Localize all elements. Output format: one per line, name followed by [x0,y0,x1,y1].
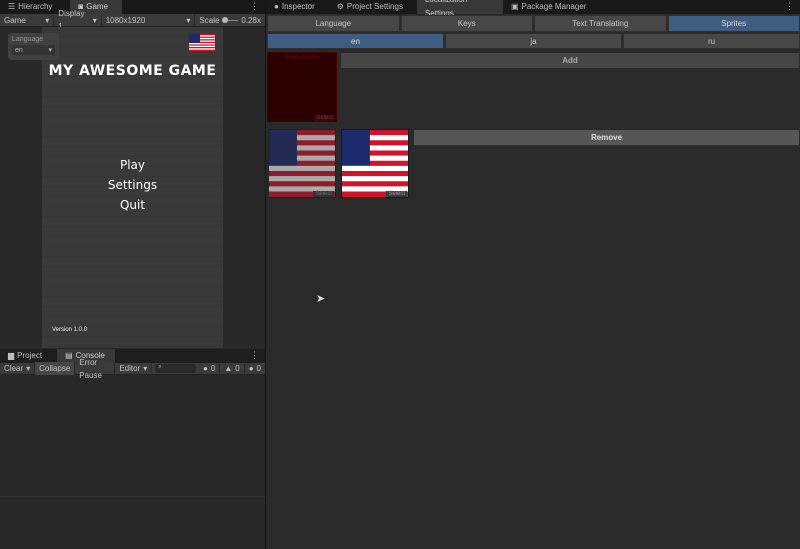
language-tabs: en ja ru [267,33,800,49]
tab-keys[interactable]: Keys [400,15,533,32]
game-toolbar: Game▾ Display 1▾ 1080x1920▾ Scale0.28x [0,9,265,31]
select-button[interactable]: Select [314,115,335,121]
dropdown-arrow-icon: ▾ [45,15,50,25]
select-button[interactable]: Select [386,191,407,197]
tab-language[interactable]: Language [267,15,400,32]
tab-inspector[interactable]: ● Inspector [266,0,323,14]
left-tab-bar: ☰ Hierarchy ◙ Game ⋮ [0,0,265,14]
localization-tabs: Language Keys Text Translating Sprites [267,15,800,32]
empty-sprite-field[interactable]: None (Sprite) Select [267,52,337,122]
lang-tab-ru[interactable]: ru [623,33,800,49]
error-filter[interactable]: ● 0 [245,362,265,375]
main-menu: Play Settings Quit [42,158,223,218]
tab-localization-settings[interactable]: Localization Settings [416,0,503,18]
info-icon: ● [274,2,279,11]
console-toolbar: Clear ▾ Collapse Error Pause Editor ▾ ⌕ ● 0… [0,358,265,380]
editor-dropdown[interactable]: Editor ▾ [115,362,153,375]
scale-control[interactable]: Scale 0.28x [195,14,265,27]
search-icon: ⌕ [158,364,162,370]
game-title: MY AWESOME GAME [48,63,217,79]
tab-hierarchy[interactable]: ☰ Hierarchy [0,0,60,14]
warning-filter[interactable]: ▲ 0 [220,362,245,375]
game-canvas: Language en ▾ MY AWESOME GAME Play Settin… [8,27,223,348]
version-label: Version 1.0.0 [52,327,88,333]
remove-button[interactable]: Remove [413,129,800,146]
clear-button[interactable]: Clear ▾ [0,362,36,375]
package-icon: ▣ [510,2,519,11]
bottom-tab-bar: ▆ Project ▤ Console ⋮ [0,349,265,363]
dropdown-arrow-icon: ▾ [143,364,148,373]
view-dropdown[interactable]: Game ▾ [0,13,55,27]
right-panel: ●Inspector ⚙Project Settings Localizatio… [266,0,800,549]
lang-tab-en[interactable]: en [267,33,444,49]
display-dropdown[interactable]: Display 1▾ [54,9,102,31]
mouse-cursor-icon: ➤ [316,293,326,305]
tab-sprites[interactable]: Sprites [667,15,800,32]
info-icon: ● [203,364,208,373]
tab-project[interactable]: ▆ Project [0,349,50,363]
tab-text-translating[interactable]: Text Translating [534,15,667,32]
error-pause-toggle[interactable]: Error Pause [75,358,116,380]
console-panel: ▆ Project ▤ Console ⋮ Clear ▾ Collapse Erro… [0,349,265,549]
error-icon: ● [248,364,254,373]
more-menu-icon[interactable]: ⋮ [250,1,259,12]
console-search-input[interactable]: ⌕ [155,364,197,373]
warning-icon: ▲ [224,364,233,373]
collapse-toggle[interactable]: Collapse [35,362,76,375]
dropdown-arrow-icon: ▾ [186,15,191,25]
folder-icon: ▆ [8,351,15,360]
language-dropdown[interactable]: en ▾ [12,45,55,55]
language-selector: Language en ▾ [8,33,59,60]
more-menu-icon[interactable]: ⋮ [250,350,259,361]
divider [0,496,265,497]
flag-icon[interactable] [189,34,215,53]
console-icon: ▤ [65,351,73,360]
scale-slider[interactable] [222,16,239,23]
lang-tab-ja[interactable]: ja [445,33,622,49]
sprite-field-en[interactable]: Select [341,129,409,198]
list-icon: ☰ [8,2,16,11]
resolution-dropdown[interactable]: 1080x1920 ▾ [102,13,196,27]
more-menu-icon[interactable]: ⋮ [785,1,794,12]
sprite-field-dimmed[interactable]: Select [268,129,336,198]
dropdown-arrow-icon: ▾ [26,364,31,373]
quit-button[interactable]: Quit [42,198,223,218]
settings-button[interactable]: Settings [42,178,223,198]
dropdown-arrow-icon: ▾ [92,15,97,25]
left-panel: ☰Hierarchy ◙Game ⋮ Game▾ Display 1▾ 1080… [0,0,265,549]
right-tab-bar: ●Inspector ⚙Project Settings Localizatio… [266,0,800,18]
info-filter[interactable]: ● 0 [199,362,221,375]
gear-icon: ⚙ [336,2,344,11]
dropdown-arrow-icon: ▾ [48,47,52,54]
tab-package-manager[interactable]: ▣ Package Manager [503,0,595,14]
tab-project-settings[interactable]: ⚙ Project Settings [329,0,411,14]
add-button[interactable]: Add [340,52,800,69]
select-button[interactable]: Select [313,191,334,197]
play-button[interactable]: Play [42,158,223,178]
